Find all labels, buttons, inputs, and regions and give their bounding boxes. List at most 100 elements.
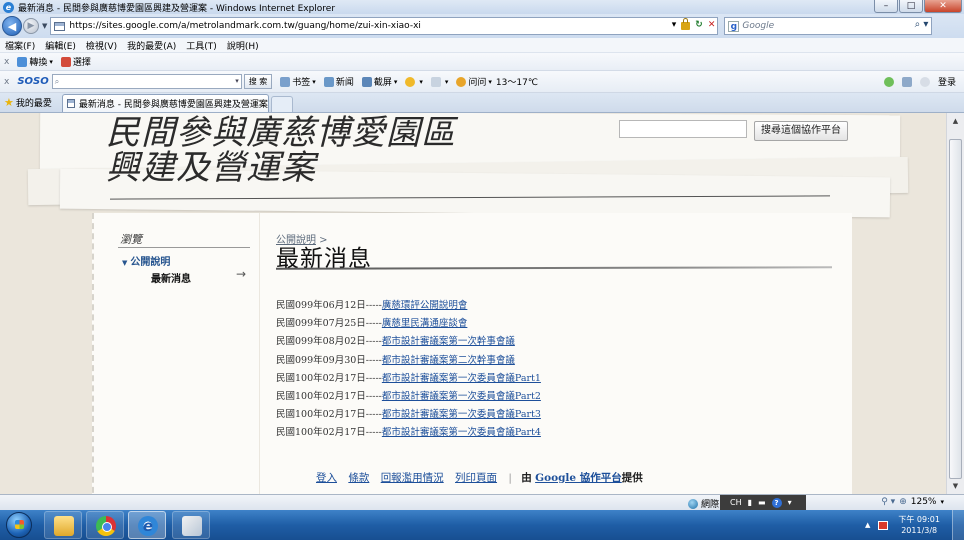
address-dropdown-icon[interactable]: ▾	[672, 20, 677, 30]
select-button[interactable]: 選擇	[60, 55, 91, 68]
soso-toolbar-right: 登录	[883, 75, 956, 88]
ime-mode-icon[interactable]: ▬	[758, 498, 766, 507]
news-date: 民國099年07月25日-----	[276, 318, 382, 330]
favorites-button[interactable]: ★ 我的最愛	[4, 94, 52, 110]
news-list: 民國099年06月12日-----廣慈環評公開說明會 民國099年07月25日-…	[276, 297, 541, 443]
news-date: 民國099年09月30日-----	[276, 354, 382, 366]
sidebar-item-public-notice[interactable]: ▼ 公開說明	[122, 253, 170, 268]
folder-icon	[54, 516, 74, 536]
plugin-icon[interactable]	[883, 76, 894, 87]
close-toolbar-icon[interactable]: x	[4, 57, 9, 67]
footer-print-link[interactable]: 列印頁面	[455, 472, 497, 484]
tab-bar: ★ 我的最愛 最新消息 - 民間參與廣慈博愛園區興建及營運案	[0, 93, 964, 113]
taskbar-internet-explorer[interactable]: e	[128, 511, 166, 539]
close-soso-toolbar-icon[interactable]: x	[4, 77, 9, 87]
news-link[interactable]: 都市設計審議案第一次委員會議Part3	[382, 409, 541, 420]
triangle-down-icon[interactable]: ▼	[122, 259, 127, 267]
news-link[interactable]: 都市設計審議案第一次幹事會議	[382, 336, 515, 347]
menu-file[interactable]: 檔案(F)	[5, 39, 35, 52]
recent-pages-dropdown[interactable]: ▼	[42, 22, 47, 30]
taskbar-chrome[interactable]	[86, 511, 124, 539]
convert-button[interactable]: 轉換 ▾	[17, 55, 53, 68]
site-search-input[interactable]	[619, 120, 747, 138]
footer-report-abuse-link[interactable]: 回報濫用情況	[381, 472, 444, 484]
security-icon[interactable]: ⚲ ▾	[881, 497, 895, 507]
scroll-down-icon[interactable]: ▼	[948, 479, 963, 493]
refresh-icon[interactable]: ↻	[695, 20, 703, 30]
menu-bar: 檔案(F) 編輯(E) 檢視(V) 我的最愛(A) 工具(T) 說明(H)	[0, 38, 964, 53]
menu-edit[interactable]: 編輯(E)	[45, 39, 76, 52]
maximize-button[interactable]: □	[899, 0, 923, 13]
news-link[interactable]: 廣慈里民溝通座談會	[382, 318, 468, 329]
news-link[interactable]: 都市設計審議案第一次委員會議Part1	[382, 373, 541, 384]
tab-title: 最新消息 - 民間參與廣慈博愛園區興建及營運案	[78, 100, 268, 110]
sun-button[interactable]: ▾	[405, 76, 423, 87]
ime-keyboard-icon[interactable]: ▮	[748, 498, 752, 507]
tab-current-page[interactable]: 最新消息 - 民間參與廣慈博愛園區興建及營運案	[61, 94, 269, 112]
site-search-button[interactable]: 搜尋這個協作平台	[754, 121, 848, 141]
menu-tools[interactable]: 工具(T)	[186, 39, 217, 52]
news-date: 民國099年08月02日-----	[276, 336, 382, 348]
news-link[interactable]: 都市設計審議案第一次委員會議Part4	[382, 427, 541, 438]
mail-button[interactable]: ▾	[430, 76, 448, 87]
taskbar-explorer[interactable]	[44, 511, 82, 539]
footer-by-label: 由	[521, 472, 532, 484]
scroll-up-icon[interactable]: ▲	[948, 114, 963, 128]
zoom-control[interactable]: ⚲ ▾ ⊕ 125% ▾	[881, 497, 944, 507]
soso-toolbar: x SOSO ⌕ ▾ 搜 索 书签 ▾ 新闻 截屏 ▾ ▾ ▾ 问问 ▾ 13～17℃…	[0, 71, 964, 93]
navigation-bar: ◀ ▶ ▼ https://sites.google.com/a/metrola…	[0, 14, 964, 38]
search-icon[interactable]: ⌕ ▾	[915, 19, 929, 30]
login-link[interactable]: 登录	[938, 75, 956, 88]
settings-icon[interactable]	[901, 76, 912, 87]
soso-search-input[interactable]: ⌕ ▾	[51, 74, 242, 89]
window-titlebar: e 最新消息 - 民間參與廣慈博愛園區興建及營運案 - Windows Inte…	[0, 0, 964, 14]
menu-favorites[interactable]: 我的最愛(A)	[127, 39, 176, 52]
action-center-flag-icon[interactable]	[878, 520, 889, 530]
news-link[interactable]: 都市設計審議案第二次幹事會議	[382, 355, 515, 366]
taskbar-paint[interactable]	[172, 511, 210, 539]
forward-button[interactable]: ▶	[23, 18, 39, 34]
site-title-line2: 興建及營運案	[106, 148, 316, 188]
page-scrollbar[interactable]: ▲ ▼	[946, 113, 964, 494]
page-viewport: 民間參與廣慈博愛園區 興建及營運案 搜尋這個協作平台 瀏覽 ▼ 公開說明 最新消息…	[0, 113, 946, 494]
status-bar: 網際 CH ▮ ▬ ? ▾ ⚲ ▾ ⊕ 125% ▾	[0, 494, 964, 510]
footer-login-link[interactable]: 登入	[316, 472, 337, 484]
system-clock[interactable]: 下午 09:01 2011/3/8	[898, 514, 940, 536]
screenshot-button[interactable]: 截屏 ▾	[361, 75, 397, 88]
news-date: 民國099年06月12日-----	[276, 300, 382, 311]
back-button[interactable]: ◀	[2, 16, 22, 36]
ime-toolbar[interactable]: CH ▮ ▬ ? ▾	[720, 495, 806, 510]
soso-search-button[interactable]: 搜 索	[243, 74, 273, 89]
weather-icon	[456, 76, 467, 87]
scrollbar-thumb[interactable]	[949, 139, 962, 479]
browser-search-box[interactable]: g Google ⌕ ▾	[724, 17, 933, 35]
zoom-dropdown-icon[interactable]: ▾	[940, 498, 944, 506]
new-tab-button[interactable]	[270, 96, 293, 112]
ime-language[interactable]: CH	[730, 498, 742, 507]
minimize-button[interactable]: –	[874, 0, 898, 13]
globe-icon	[688, 498, 698, 509]
address-bar[interactable]: https://sites.google.com/a/metrolandmark…	[50, 17, 719, 35]
lock-icon[interactable]	[681, 18, 691, 30]
bookmarks-button[interactable]: 书签 ▾	[280, 75, 316, 88]
site-title[interactable]: 民間參與廣慈博愛園區 興建及營運案	[106, 116, 456, 186]
stop-icon[interactable]: ✕	[708, 20, 716, 30]
ie-icon: e	[3, 1, 14, 13]
news-link[interactable]: 廣慈環評公開說明會	[382, 300, 468, 311]
close-button[interactable]: ✕	[924, 0, 962, 13]
ime-options-icon[interactable]: ▾	[788, 498, 792, 507]
paint-icon	[182, 516, 202, 536]
show-desktop-button[interactable]	[952, 510, 964, 540]
menu-view[interactable]: 檢視(V)	[86, 39, 117, 52]
news-date: 民國100年02月17日-----	[276, 391, 382, 403]
news-button[interactable]: 新闻	[323, 75, 354, 88]
start-button[interactable]	[6, 512, 32, 538]
help-icon[interactable]: ?	[771, 497, 782, 508]
menu-help[interactable]: 說明(H)	[227, 39, 259, 52]
sidebar-item-latest-news[interactable]: 最新消息	[151, 270, 191, 285]
show-hidden-icons[interactable]: ▲	[865, 521, 870, 529]
news-link[interactable]: 都市設計審議案第一次委員會議Part2	[382, 391, 541, 402]
footer-terms-link[interactable]: 條款	[348, 472, 369, 484]
weather-button[interactable]: 问问 ▾ 13～17℃	[456, 75, 538, 88]
footer-google-sites-link[interactable]: Google 協作平台	[535, 472, 622, 484]
